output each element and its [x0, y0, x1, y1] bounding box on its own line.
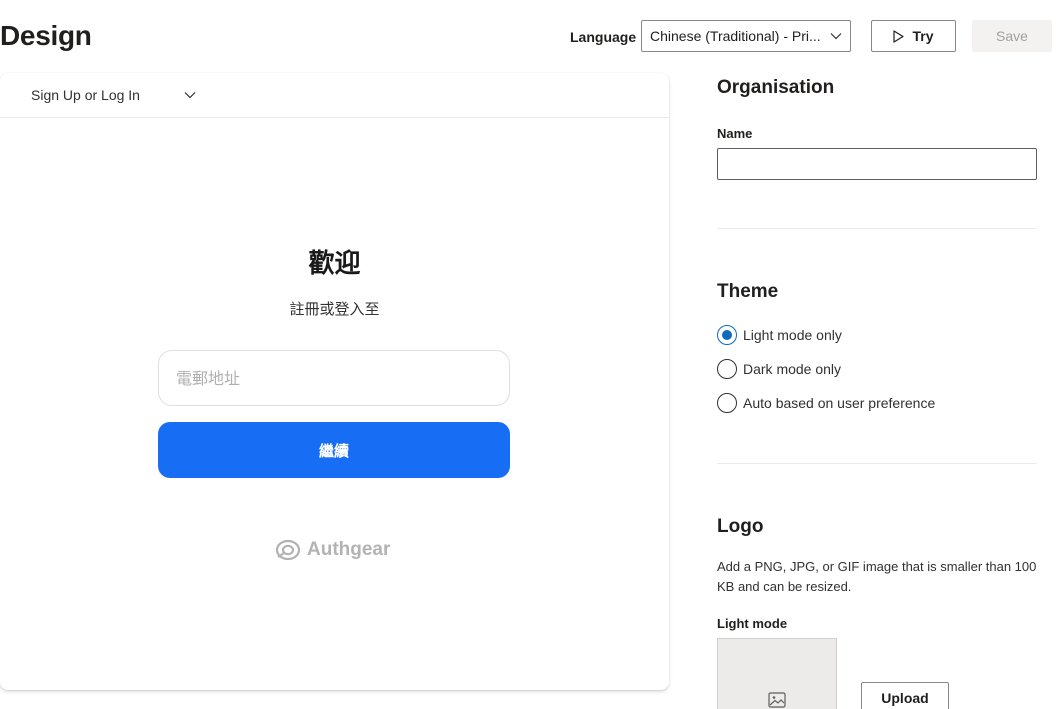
preview-card: Sign Up or Log In 歡迎 註冊或登入至 繼續 Authgear — [0, 73, 669, 690]
page-selector-label: Sign Up or Log In — [31, 87, 140, 103]
logo-section-title: Logo — [717, 516, 764, 537]
chevron-down-icon — [184, 92, 196, 99]
section-divider — [717, 228, 1037, 229]
try-button[interactable]: Try — [871, 20, 956, 52]
welcome-subtitle: 註冊或登入至 — [289, 301, 380, 318]
theme-option-label: Light mode only — [743, 327, 842, 343]
play-icon — [893, 29, 905, 43]
organisation-name-input[interactable] — [717, 148, 1037, 180]
page-selector[interactable]: Sign Up or Log In — [0, 73, 669, 118]
welcome-title: 歡迎 — [308, 248, 361, 278]
language-label: Language — [570, 29, 637, 45]
logo-description: Add a PNG, JPG, or GIF image that is sma… — [717, 559, 1037, 594]
radio-unchecked-icon — [717, 359, 737, 379]
radio-checked-icon — [717, 325, 737, 345]
email-input[interactable] — [158, 350, 510, 406]
theme-option-label: Auto based on user preference — [743, 395, 936, 411]
upload-button-label: Upload — [881, 690, 929, 706]
brand-logo: Authgear — [275, 539, 390, 561]
image-icon — [768, 692, 786, 708]
save-button-label: Save — [996, 28, 1028, 44]
chevron-down-icon — [830, 33, 842, 40]
radio-unchecked-icon — [717, 393, 737, 413]
brand-name: Authgear — [307, 539, 391, 560]
upload-button[interactable]: Upload — [861, 682, 949, 709]
theme-option-dark[interactable]: Dark mode only — [717, 359, 841, 379]
theme-option-label: Dark mode only — [743, 361, 842, 377]
continue-button[interactable]: 繼續 — [158, 422, 510, 478]
try-button-label: Try — [912, 28, 934, 44]
section-divider — [717, 463, 1037, 464]
logo-preview — [717, 638, 837, 709]
page-title: Design — [0, 20, 92, 51]
authgear-icon — [275, 539, 301, 561]
save-button[interactable]: Save — [972, 20, 1052, 52]
organisation-section-title: Organisation — [717, 77, 835, 98]
theme-option-auto[interactable]: Auto based on user preference — [717, 393, 935, 413]
theme-section-title: Theme — [717, 281, 779, 302]
language-select[interactable]: Chinese (Traditional) - Pri... — [641, 20, 851, 52]
name-label: Name — [717, 126, 753, 141]
theme-option-light[interactable]: Light mode only — [717, 325, 842, 345]
language-select-value: Chinese (Traditional) - Pri... — [650, 28, 821, 44]
light-mode-label: Light mode — [717, 616, 788, 631]
